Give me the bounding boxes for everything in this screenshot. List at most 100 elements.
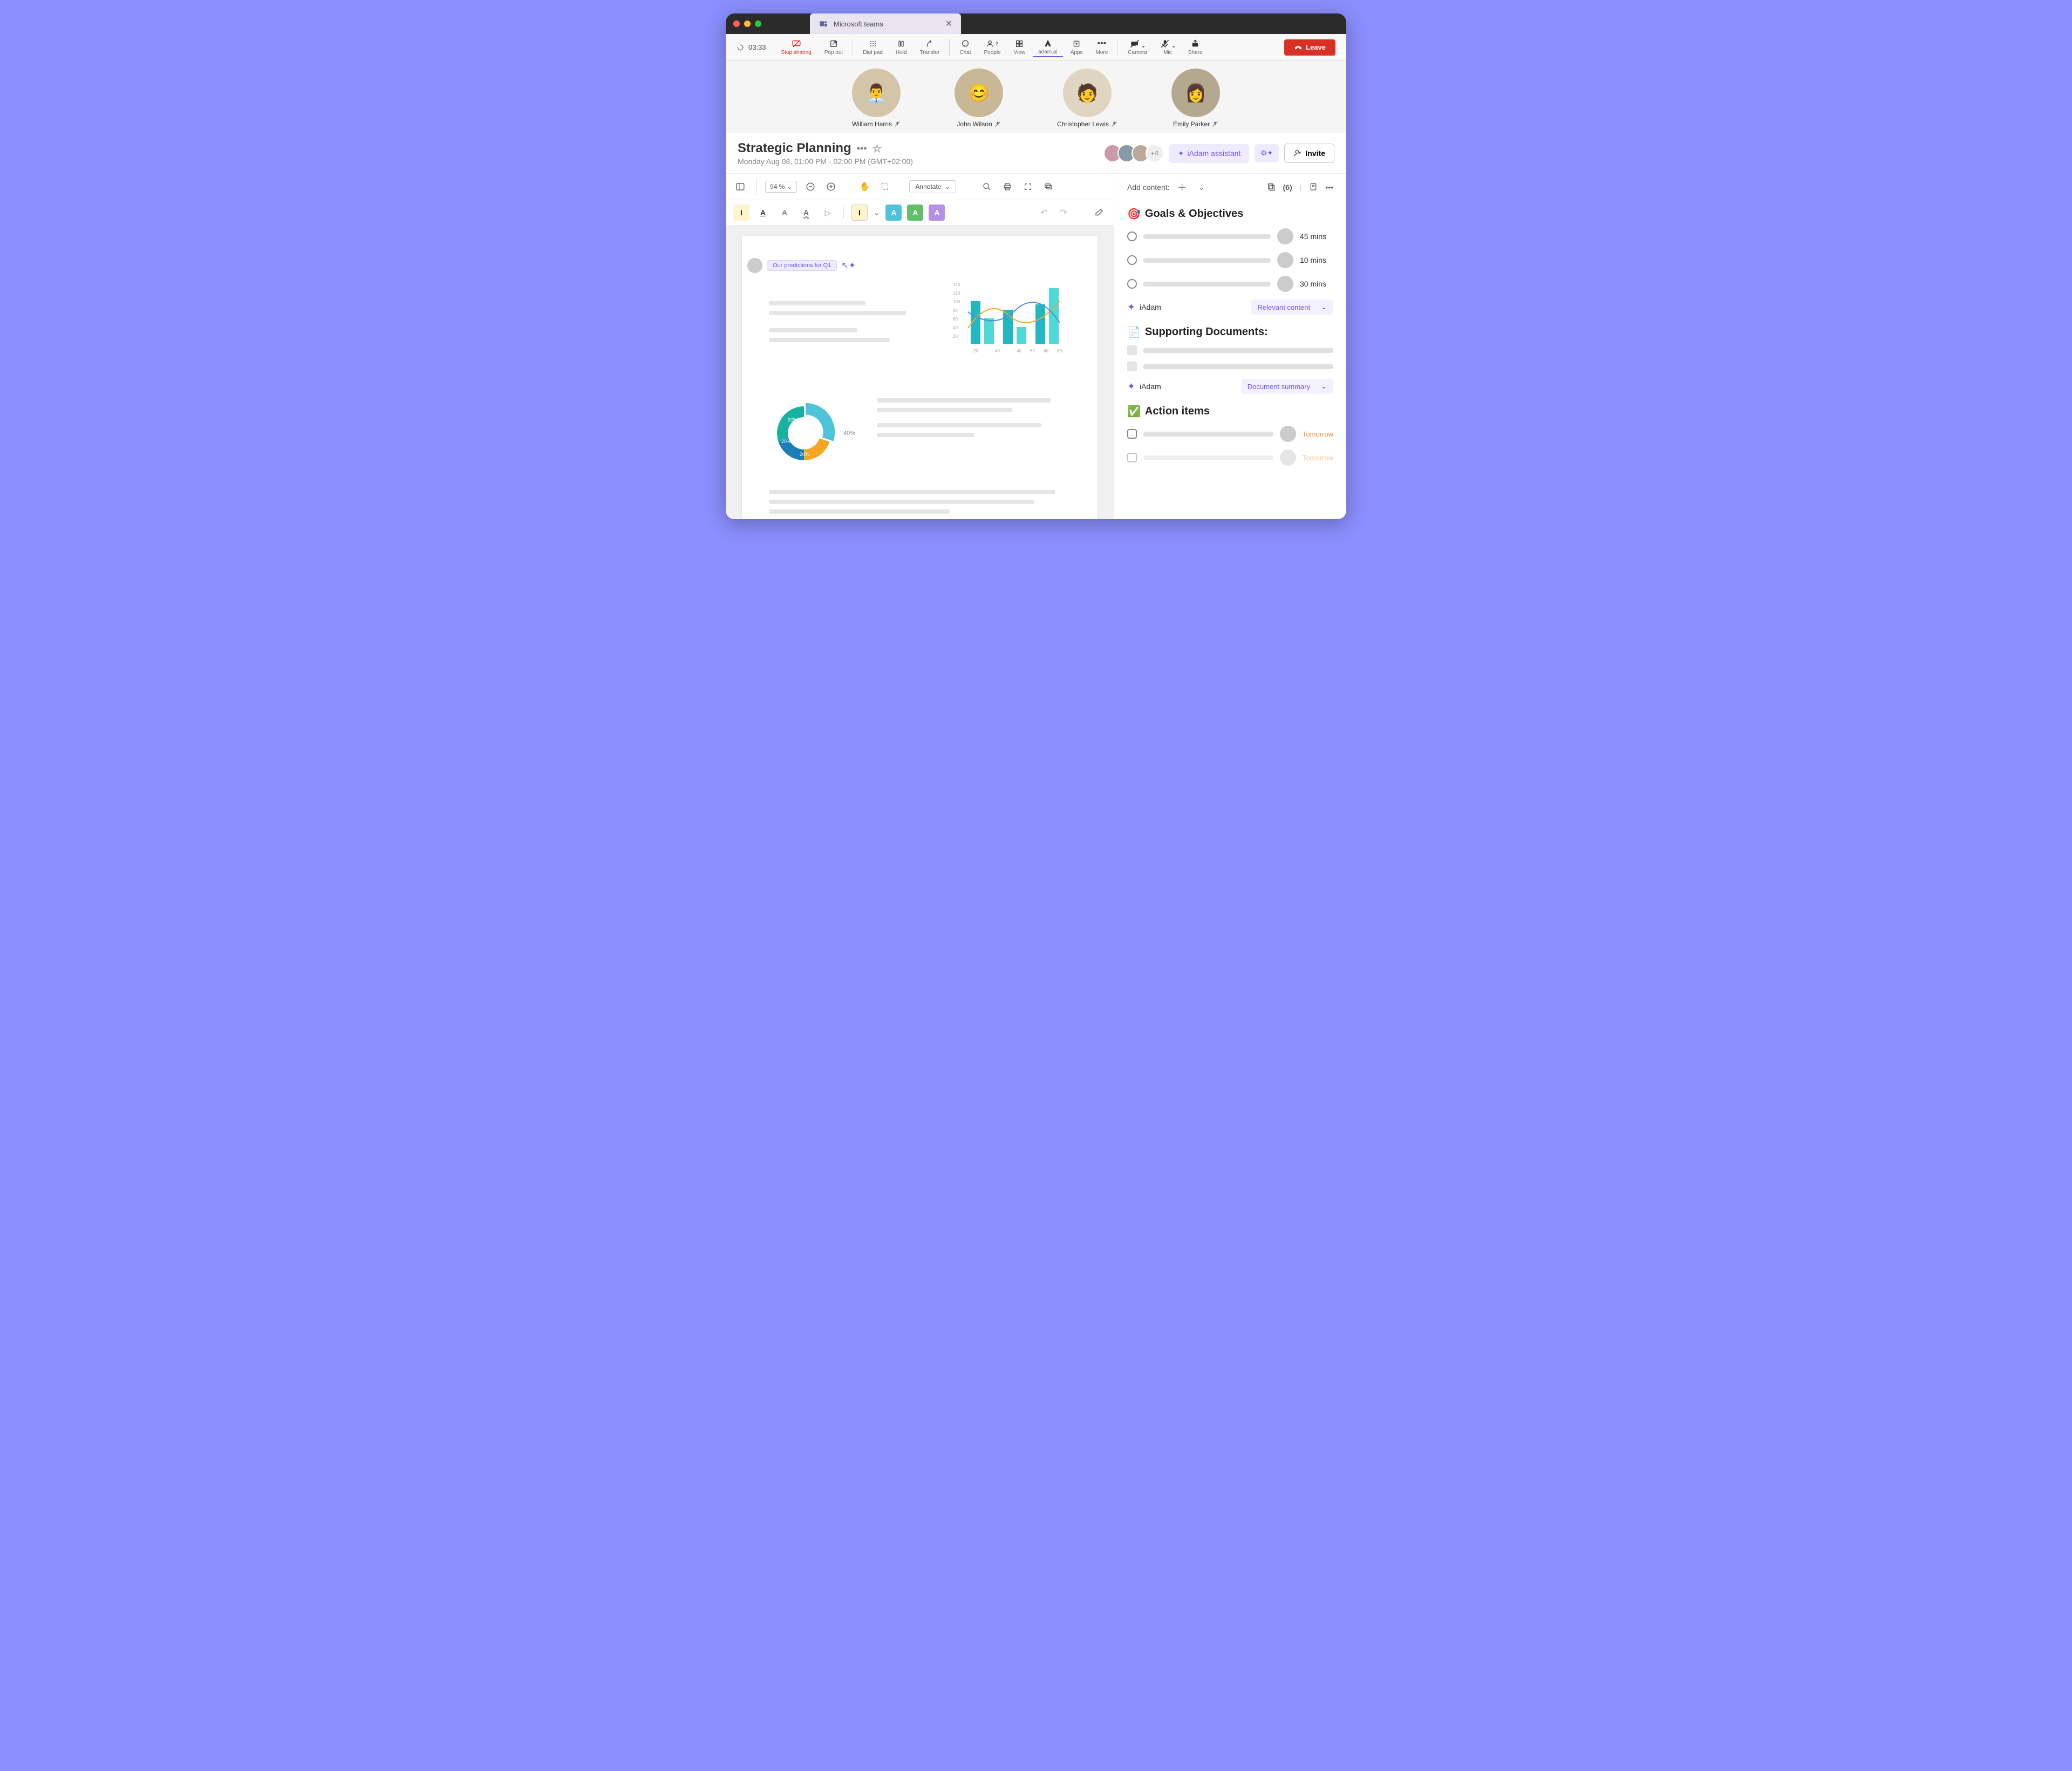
camera-button[interactable]: Camera xyxy=(1122,38,1153,57)
share-button[interactable]: Share xyxy=(1183,38,1208,57)
star-icon[interactable]: ☆ xyxy=(873,142,882,155)
select-tool-icon[interactable] xyxy=(878,180,892,194)
apps-button[interactable]: Apps xyxy=(1065,38,1088,57)
more-button[interactable]: ••• More xyxy=(1090,38,1113,57)
browser-tab[interactable]: Microsoft teams ✕ xyxy=(810,13,961,34)
assistant-settings-button[interactable]: ⚙✦ xyxy=(1255,144,1279,162)
minimize-window-icon[interactable] xyxy=(744,21,751,27)
call-timer: 03:33 xyxy=(737,43,766,51)
stop-sharing-button[interactable]: Stop sharing xyxy=(776,38,817,57)
close-tab-icon[interactable]: ✕ xyxy=(945,18,952,29)
box-teal-icon[interactable]: A xyxy=(885,205,902,221)
annotate-dropdown[interactable]: Annotate⌄ xyxy=(909,180,956,193)
box-green-icon[interactable]: A xyxy=(907,205,923,221)
box-purple-icon[interactable]: A xyxy=(929,205,945,221)
chevron-down-icon: ⌄ xyxy=(1321,303,1327,311)
chevron-down-icon[interactable]: ⌄ xyxy=(873,207,880,218)
adam-ai-button[interactable]: adam.ai xyxy=(1033,37,1063,57)
doc-item[interactable] xyxy=(1127,345,1333,355)
iadam-assistant-button[interactable]: ✦ iAdam assistant xyxy=(1169,144,1250,163)
pop-out-icon xyxy=(829,39,838,49)
iadam-row[interactable]: ✦ iAdam Document summary ⌄ xyxy=(1127,379,1333,394)
chevron-down-icon: ⌄ xyxy=(1321,382,1327,391)
person-plus-icon xyxy=(1293,149,1302,158)
tag-icon[interactable]: ▷ xyxy=(820,205,836,221)
people-button[interactable]: 2 People xyxy=(978,38,1006,57)
add-content-label: Add content: xyxy=(1127,183,1170,192)
highlight-box-yellow[interactable]: I xyxy=(851,205,868,221)
hand-tool-icon[interactable]: ✋ xyxy=(857,180,871,194)
redo-icon[interactable]: ↷ xyxy=(1057,206,1071,220)
zoom-select[interactable]: 94 %⌄ xyxy=(765,181,797,193)
chevron-down-icon[interactable]: ⌄ xyxy=(1195,180,1209,194)
check-icon: ✅ xyxy=(1127,405,1141,418)
comment-annotation[interactable]: Our predictions for Q1 ↖✦ xyxy=(747,258,856,273)
attendee-stack[interactable]: +4 xyxy=(1108,144,1164,162)
camera-off-icon xyxy=(1130,39,1145,49)
chat-icon xyxy=(961,39,970,49)
comments-icon[interactable] xyxy=(1041,180,1055,194)
notes-icon[interactable] xyxy=(1309,182,1318,193)
text-color-icon[interactable]: A xyxy=(755,205,771,221)
search-icon[interactable] xyxy=(980,180,994,194)
action-item[interactable]: Tomorrow xyxy=(1127,426,1333,442)
svg-text:40: 40 xyxy=(1017,349,1021,353)
radio-icon[interactable] xyxy=(1127,255,1137,265)
transfer-button[interactable]: Transfer xyxy=(914,38,945,57)
sidebar-toggle-icon[interactable] xyxy=(733,180,747,194)
goal-item[interactable]: 30 mins xyxy=(1127,276,1333,292)
action-item[interactable]: Tomorrow xyxy=(1127,449,1333,466)
mic-button[interactable]: Mic xyxy=(1155,38,1181,57)
goals-section-title: 🎯 Goals & Objectives xyxy=(1127,207,1333,221)
checkbox[interactable] xyxy=(1127,429,1137,439)
copy-icon[interactable] xyxy=(1267,182,1276,193)
print-icon[interactable] xyxy=(1000,180,1014,194)
people-icon: 2 xyxy=(986,39,998,49)
svg-text:20: 20 xyxy=(973,349,978,353)
goal-item[interactable]: 45 mins xyxy=(1127,228,1333,244)
leave-button[interactable]: Leave xyxy=(1284,39,1335,56)
share-icon xyxy=(1191,39,1199,49)
content-count: (6) xyxy=(1283,183,1292,192)
zoom-in-icon[interactable] xyxy=(824,180,838,194)
workspace: 94 %⌄ ✋ Annotate⌄ I A A A ▷ xyxy=(726,174,1346,519)
more-icon[interactable]: ••• xyxy=(1325,183,1333,192)
radio-icon[interactable] xyxy=(1127,279,1137,289)
document-summary-chip[interactable]: Document summary ⌄ xyxy=(1241,379,1333,394)
undo-icon[interactable]: ↶ xyxy=(1037,206,1051,220)
strikethrough-icon[interactable]: A xyxy=(776,205,793,221)
underline-wave-icon[interactable]: A xyxy=(798,205,814,221)
pop-out-button[interactable]: Pop out xyxy=(819,38,848,57)
highlight-yellow-icon[interactable]: I xyxy=(733,205,749,221)
add-content-plus-icon[interactable]: ＋ xyxy=(1175,180,1189,194)
svg-text:60: 60 xyxy=(953,317,958,322)
radio-icon[interactable] xyxy=(1127,231,1137,241)
document-canvas[interactable]: Our predictions for Q1 ↖✦ 140120100 xyxy=(726,226,1114,519)
eraser-icon[interactable] xyxy=(1092,206,1106,220)
hold-button[interactable]: Hold xyxy=(890,38,912,57)
bar-chart: 14012010080604020 204040606080 xyxy=(952,280,1071,360)
close-window-icon[interactable] xyxy=(733,21,740,27)
muted-icon xyxy=(894,121,901,127)
invite-button[interactable]: Invite xyxy=(1284,144,1334,163)
iadam-row[interactable]: ✦ iAdam Relevant content ⌄ xyxy=(1127,299,1333,315)
meeting-more-icon[interactable]: ••• xyxy=(857,143,867,154)
view-button[interactable]: View xyxy=(1008,38,1031,57)
separator xyxy=(949,39,950,56)
doc-item[interactable] xyxy=(1127,362,1333,371)
fullscreen-icon[interactable] xyxy=(1021,180,1035,194)
call-toolbar: 03:33 Stop sharing Pop out Dial pad Hold… xyxy=(726,34,1346,61)
avatar xyxy=(1280,426,1296,442)
participant: 👩 Emily Parker xyxy=(1171,69,1220,128)
goal-item[interactable]: 10 mins xyxy=(1127,252,1333,268)
attendee-more-count: +4 xyxy=(1146,144,1164,162)
chat-button[interactable]: Chat xyxy=(954,38,976,57)
checkbox[interactable] xyxy=(1127,453,1137,462)
hold-icon xyxy=(897,39,905,49)
zoom-out-icon[interactable] xyxy=(803,180,817,194)
relevant-content-chip[interactable]: Relevant content ⌄ xyxy=(1251,299,1333,315)
teams-icon xyxy=(819,19,828,29)
avatar xyxy=(1280,449,1296,466)
dial-pad-button[interactable]: Dial pad xyxy=(857,38,888,57)
maximize-window-icon[interactable] xyxy=(755,21,761,27)
